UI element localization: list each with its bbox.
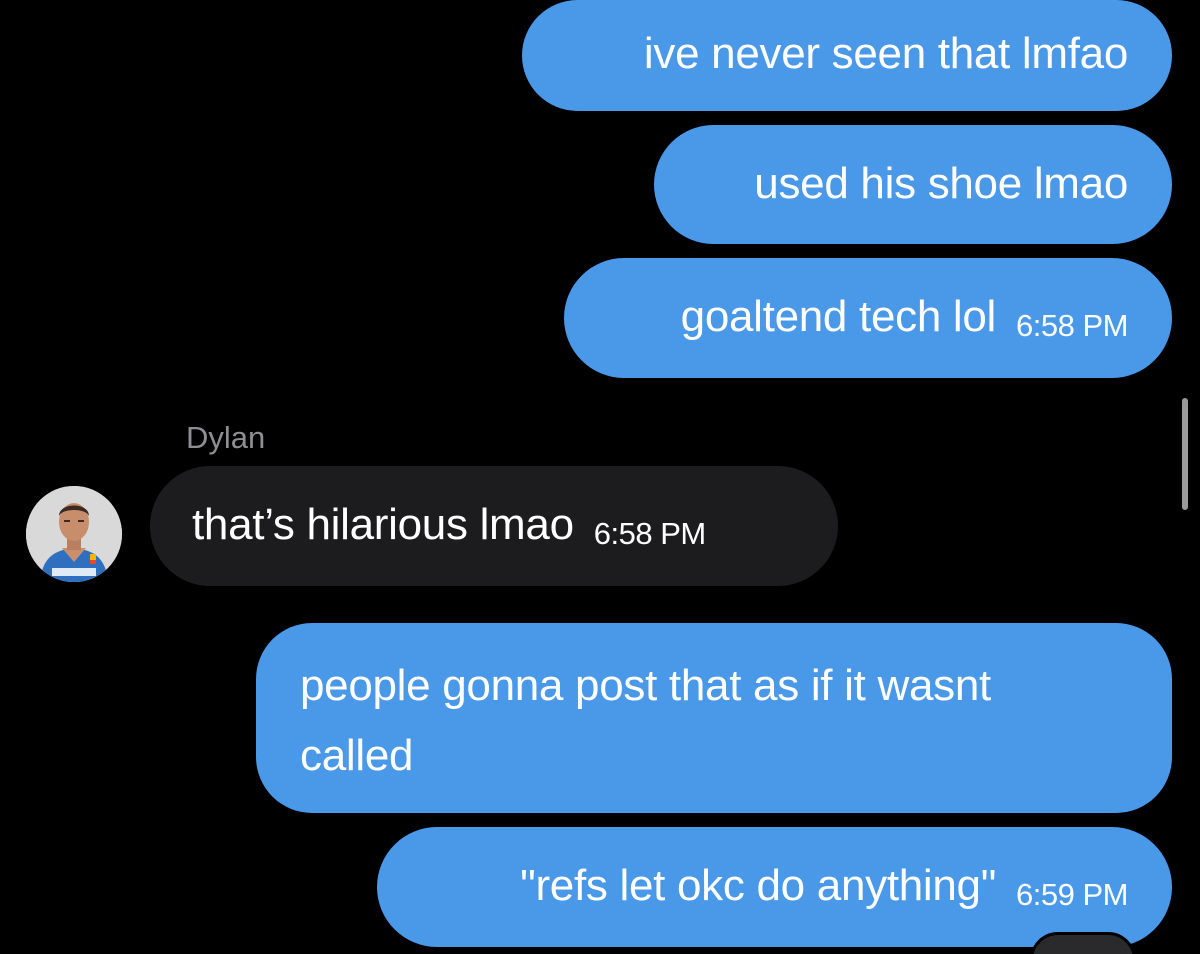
message-timestamp: 6:58 PM (1016, 308, 1128, 343)
message-timestamp: 6:58 PM (593, 516, 706, 551)
scroll-down-button[interactable] (1030, 932, 1136, 954)
avatar-image (26, 486, 122, 582)
avatar[interactable] (26, 486, 122, 582)
message-timestamp: 6:59 PM (1016, 877, 1128, 912)
message-text: used his shoe lmao (754, 159, 1128, 208)
message-bubble-outgoing[interactable]: people gonna post that as if it wasnt ca… (256, 623, 1172, 813)
message-bubble-incoming[interactable]: that’s hilarious lmao 6:58 PM (150, 466, 838, 586)
message-bubble-outgoing[interactable]: used his shoe lmao (654, 125, 1172, 244)
message-text: goaltend tech lol (680, 292, 997, 341)
message-text: that’s hilarious lmao (192, 500, 574, 549)
message-bubble-outgoing[interactable]: "refs let okc do anything" 6:59 PM (377, 827, 1172, 947)
scrollbar[interactable] (1182, 398, 1188, 510)
message-text: "refs let okc do anything" (520, 861, 997, 910)
message-bubble-outgoing[interactable]: ive never seen that lmfao (522, 0, 1172, 111)
message-text: ive never seen that lmfao (643, 29, 1128, 78)
message-text-line: people gonna post that as if it wasnt (300, 661, 991, 710)
sender-name: Dylan (186, 420, 266, 455)
dm-conversation: ive never seen that lmfao used his shoe … (0, 0, 1200, 954)
message-bubble-outgoing[interactable]: goaltend tech lol 6:58 PM (564, 258, 1172, 378)
message-text-line: called (300, 731, 414, 780)
